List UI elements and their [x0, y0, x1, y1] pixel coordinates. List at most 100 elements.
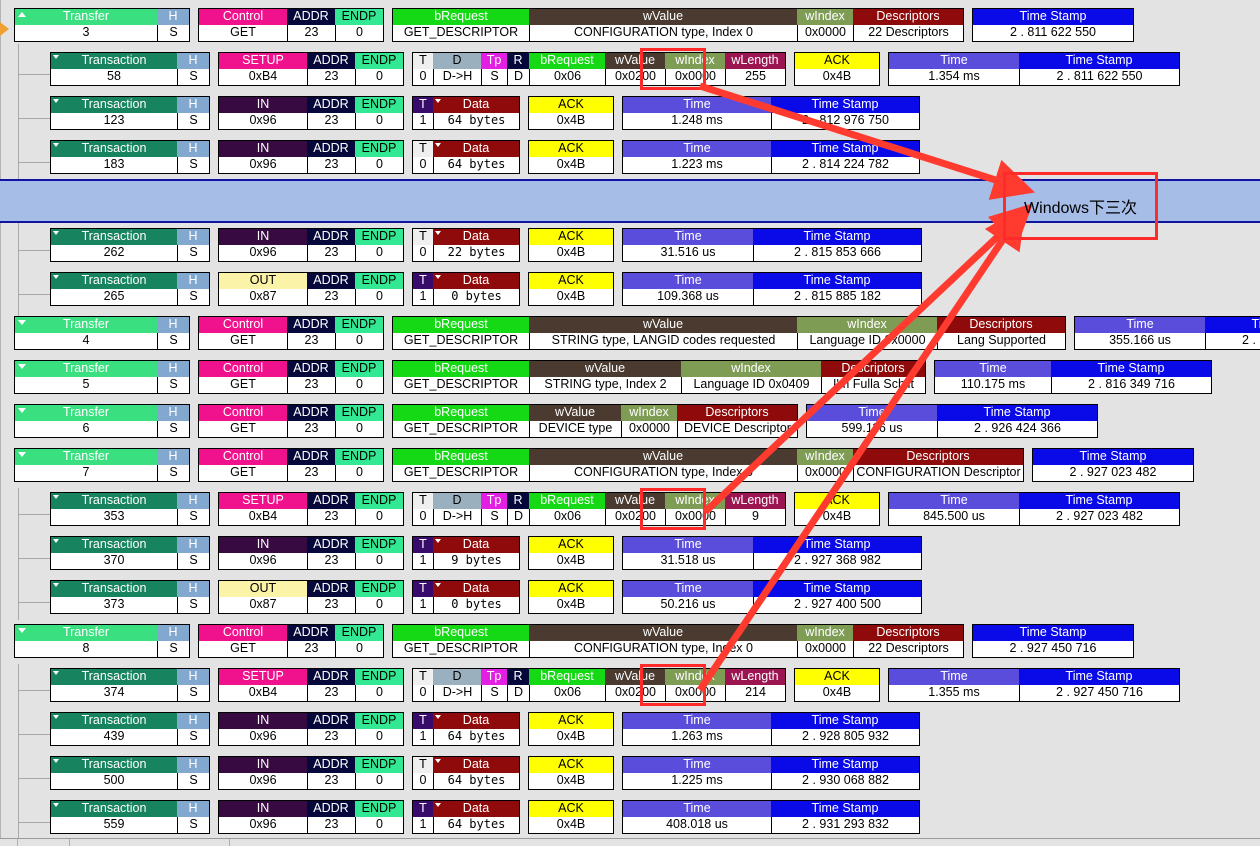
transaction-row[interactable]: Transaction 262 H S IN 0x96 ADDR 23 ENDP 0 T 0 Data 2…	[50, 228, 930, 262]
handshake-ack[interactable]: ACK0x4B	[529, 537, 613, 569]
request-detail-group[interactable]: bRequest GET_DESCRIPTOR wValue STRING type,…	[392, 316, 1066, 350]
request-type[interactable]: Tp S	[481, 493, 507, 525]
time-stamp[interactable]: Time Stamp 2 . 927 023 482	[1019, 493, 1179, 525]
expand-caret-icon[interactable]	[53, 143, 59, 147]
handshake-group[interactable]: ACK0x4B	[528, 800, 614, 834]
expand-caret-icon[interactable]	[53, 99, 59, 103]
handshake-group[interactable]: ACK0x4B	[794, 668, 880, 702]
device-address[interactable]: ADDR23	[307, 537, 355, 569]
toggle-bit[interactable]: T0	[413, 141, 433, 173]
elapsed-time[interactable]: Time 599.116 us	[807, 405, 937, 437]
transfer-id[interactable]: Transfer 4	[15, 317, 157, 349]
handshake-group[interactable]: ACK0x4B	[528, 96, 614, 130]
endpoint-number[interactable]: ENDP0	[355, 581, 403, 613]
transfer-row[interactable]: Transfer 4 H S Control GET ADDR 23 ENDP 0 bRequest…	[14, 316, 1260, 350]
toggle-bit[interactable]: T1	[413, 273, 433, 305]
data-packet-group[interactable]: T1Data64 bytes	[412, 712, 520, 746]
handshake-ack[interactable]: ACK0x4B	[795, 669, 879, 701]
transaction-id-group[interactable]: Transaction 373 H S	[50, 580, 210, 614]
transaction-id[interactable]: Transaction 183	[51, 141, 177, 173]
timing-group[interactable]: Time 408.018 us Time Stamp 2 . 931 293 832	[622, 800, 920, 834]
brequest[interactable]: bRequest GET_DESCRIPTOR	[393, 361, 529, 393]
endpoint-number[interactable]: ENDP0	[335, 9, 383, 41]
toggle-bit[interactable]: T0	[413, 757, 433, 789]
host-direction[interactable]: HS	[177, 669, 209, 701]
transfer-row[interactable]: Transfer 5 H S Control GET ADDR 23 ENDP 0 bRequest…	[14, 360, 1220, 394]
transaction-id-group[interactable]: Transaction 559 H S	[50, 800, 210, 834]
packet-type-group[interactable]: SETUP 0xB4 ADDR 23 ENDP 0	[218, 52, 404, 86]
transaction-id-group[interactable]: Transaction 500 H S	[50, 756, 210, 790]
time-stamp[interactable]: Time Stamp 2 . 930 068 882	[771, 757, 919, 789]
expand-caret-icon[interactable]	[435, 275, 441, 279]
time-stamp[interactable]: Time Stamp 2 . 927 023 482	[1033, 449, 1193, 481]
packet-type[interactable]: IN0x96	[219, 713, 307, 745]
time-stamp[interactable]: Time Stamp 2 . 815 853 666	[753, 229, 921, 261]
transaction-id[interactable]: Transaction 500	[51, 757, 177, 789]
expand-caret-icon[interactable]	[435, 583, 441, 587]
packet-type[interactable]: IN0x96	[219, 801, 307, 833]
brequest[interactable]: bRequest 0x06	[529, 53, 605, 85]
endpoint-number[interactable]: ENDP0	[355, 97, 403, 129]
time-stamp[interactable]: Time Stamp 2 . 927 368 982	[753, 537, 921, 569]
transfer-row[interactable]: Transfer 3 H S Control GET ADDR 23 ENDP 0 bRequest…	[14, 8, 1142, 42]
packet-type-group[interactable]: IN0x96ADDR23ENDP0	[218, 228, 404, 262]
expand-caret-icon[interactable]	[53, 55, 59, 59]
elapsed-time[interactable]: Time 109.368 us	[623, 273, 753, 305]
data-packet-group[interactable]: T 1 Data 0 bytes	[412, 272, 520, 306]
host-direction[interactable]: HS	[157, 9, 189, 41]
transaction-id[interactable]: Transaction 559	[51, 801, 177, 833]
handshake-group[interactable]: ACK0x4B	[528, 272, 614, 306]
data-payload[interactable]: Data64 bytes	[433, 97, 519, 129]
transaction-id[interactable]: Transaction 353	[51, 493, 177, 525]
packet-type[interactable]: Control GET	[199, 9, 287, 41]
timing-group[interactable]: Time 31.518 us Time Stamp 2 . 927 368 982	[622, 536, 922, 570]
device-address[interactable]: ADDR23	[307, 97, 355, 129]
device-address[interactable]: ADDR23	[307, 493, 355, 525]
endpoint-number[interactable]: ENDP0	[335, 625, 383, 657]
packet-type-group[interactable]: Control GET ADDR 23 ENDP 0	[198, 404, 384, 438]
data-payload[interactable]: Data64 bytes	[433, 713, 519, 745]
host-direction[interactable]: HS	[157, 449, 189, 481]
wvalue[interactable]: wValue 0x0200	[605, 669, 665, 701]
packet-type-group[interactable]: IN0x96ADDR23ENDP0	[218, 712, 404, 746]
windex[interactable]: wIndex 0x0000	[621, 405, 677, 437]
expand-caret-icon[interactable]	[18, 452, 26, 457]
direction[interactable]: D D->H	[433, 493, 481, 525]
expand-caret-icon[interactable]	[53, 715, 59, 719]
data-packet-group[interactable]: T1Data64 bytes	[412, 800, 520, 834]
time-stamp[interactable]: Time Stamp 2 . 812 976 750	[771, 97, 919, 129]
request-detail-group[interactable]: bRequest GET_DESCRIPTOR wValue DEVICE type w…	[392, 404, 798, 438]
endpoint-number[interactable]: ENDP0	[355, 141, 403, 173]
expand-caret-icon[interactable]	[435, 715, 441, 719]
time-stamp[interactable]: Time Stamp 2 . 811 622 550	[1019, 53, 1179, 85]
host-direction[interactable]: HS	[177, 757, 209, 789]
toggle-bit[interactable]: T1	[413, 97, 433, 129]
recipient[interactable]: RD	[507, 493, 529, 525]
direction[interactable]: D D->H	[433, 669, 481, 701]
transaction-id[interactable]: Transaction 262	[51, 229, 177, 261]
transaction-row[interactable]: Transaction 123 H S IN 0x96 ADDR 23 ENDP 0 T 1 Data 6…	[50, 96, 928, 130]
wvalue[interactable]: wValue 0x0200	[605, 53, 665, 85]
data-packet-group[interactable]: T 0 Data 64 bytes	[412, 756, 520, 790]
wvalue[interactable]: wValue CONFIGURATION type, Index 0	[529, 449, 797, 481]
transaction-row[interactable]: Transaction 58 H S SETUP 0xB4 ADDR 23 ENDP 0 T 0 D D-…	[50, 52, 1188, 86]
time-stamp[interactable]: Time Stamp 2 . 816 349 716	[1051, 361, 1211, 393]
descriptors[interactable]: Descriptors 22 Descriptors	[853, 9, 963, 41]
request-detail-group[interactable]: bRequest GET_DESCRIPTOR wValue CONFIGURATIO…	[392, 448, 1024, 482]
packet-type-group[interactable]: OUT 0x87 ADDR 23 ENDP 0	[218, 272, 404, 306]
endpoint-number[interactable]: ENDP0	[355, 273, 403, 305]
request-detail-group[interactable]: bRequest GET_DESCRIPTOR wValue CONFIGURATIO…	[392, 8, 964, 42]
host-direction[interactable]: HS	[177, 273, 209, 305]
endpoint-number[interactable]: ENDP0	[355, 669, 403, 701]
packet-type-group[interactable]: Control GET ADDR 23 ENDP 0	[198, 624, 384, 658]
transaction-id[interactable]: Transaction 123	[51, 97, 177, 129]
host-direction[interactable]: HS	[177, 53, 209, 85]
packet-type-group[interactable]: SETUP 0xB4 ADDR 23 ENDP 0	[218, 668, 404, 702]
host-direction[interactable]: HS	[157, 361, 189, 393]
endpoint-number[interactable]: ENDP0	[355, 493, 403, 525]
toggle-bit[interactable]: T1	[413, 801, 433, 833]
device-address[interactable]: ADDR23	[307, 229, 355, 261]
device-address[interactable]: ADDR23	[307, 757, 355, 789]
handshake-group[interactable]: ACK0x4B	[528, 536, 614, 570]
request-type[interactable]: Tp S	[481, 53, 507, 85]
